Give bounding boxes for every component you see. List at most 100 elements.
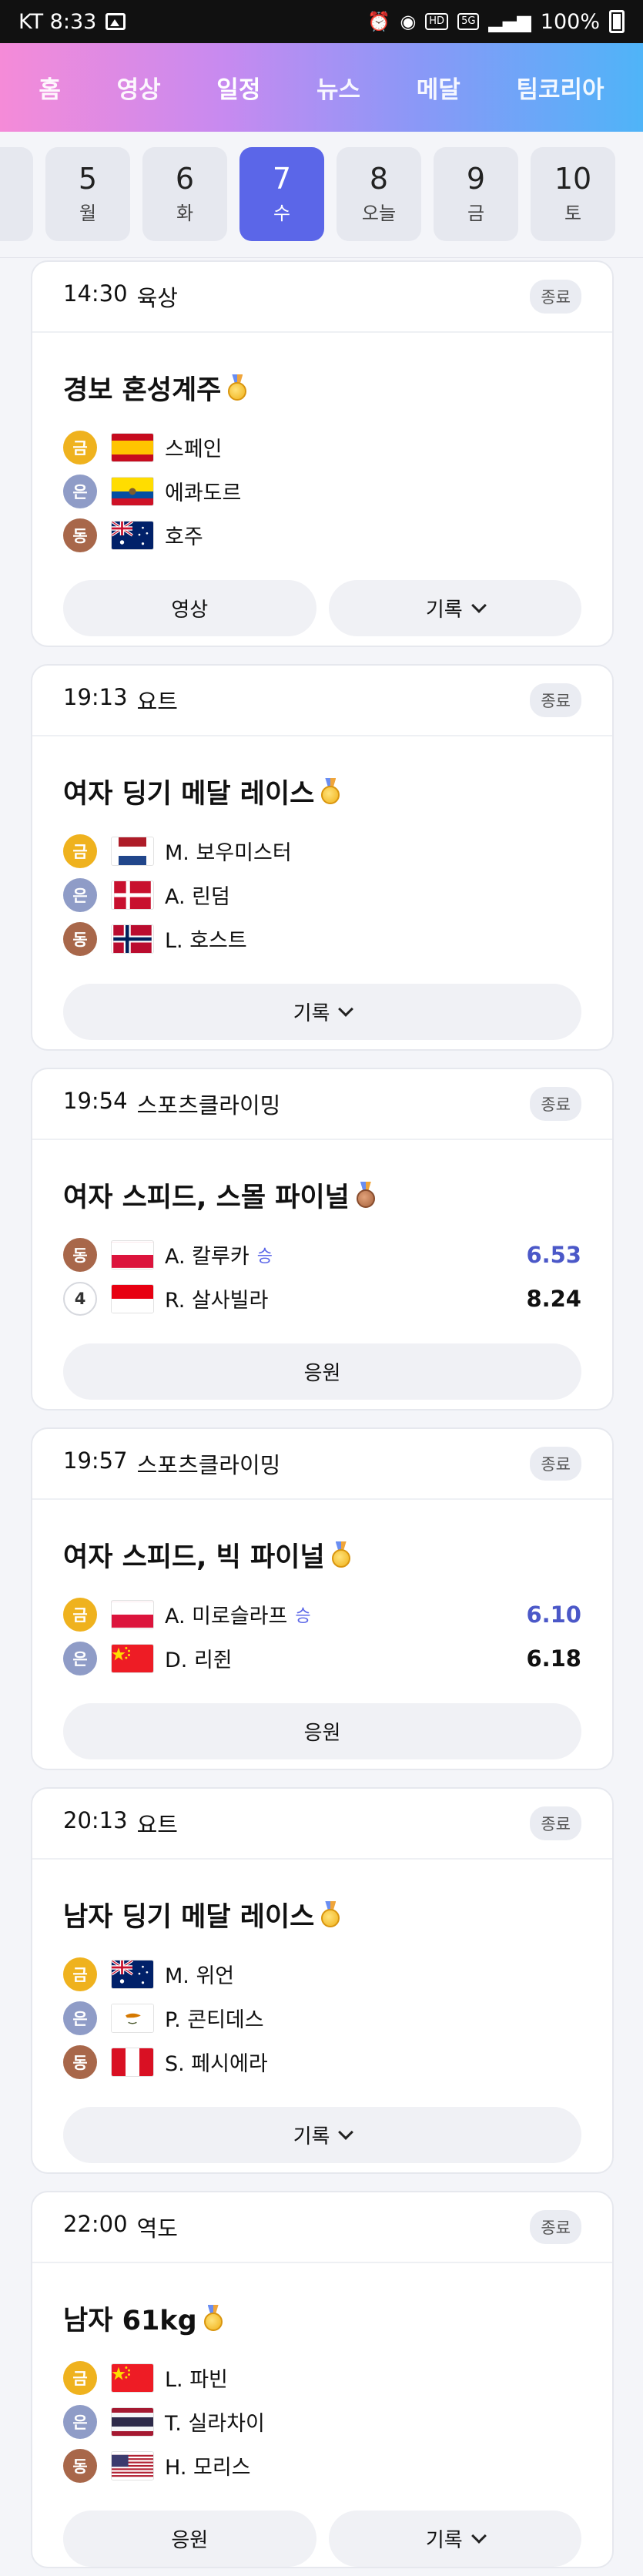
alarm-icon: ⏰ xyxy=(367,11,391,32)
gold-medal-icon xyxy=(203,2305,223,2331)
result-row: 은 에콰도르 xyxy=(63,469,581,513)
date-number: 9 xyxy=(466,161,486,196)
card-header-info: 19:54 스포츠클라이밍 xyxy=(63,1088,280,1120)
event-time: 19:54 xyxy=(63,1088,128,1114)
ecuador-flag-icon xyxy=(111,476,154,506)
event-title: 남자 61kg xyxy=(63,2297,581,2339)
status-bar: KT 8:33 ⏰ ◉ HD 5G ▂▄▆ 100% xyxy=(0,0,643,43)
button-label: 기록 xyxy=(293,2125,330,2148)
card-header: 19:54 스포츠클라이밍 종료 xyxy=(32,1069,612,1140)
records-button[interactable]: 기록 xyxy=(328,580,581,636)
result-row: 은 P. 콘티데스 xyxy=(63,1996,581,2040)
button-label: 응원 xyxy=(171,2529,209,2552)
records-button[interactable]: 기록 xyxy=(63,984,581,1040)
date-chip-9[interactable]: 9금 xyxy=(434,147,518,241)
date-weekday: 토 xyxy=(564,203,582,225)
nav-team-korea[interactable]: 팀코리아 xyxy=(506,62,615,112)
nav-home[interactable]: 홈 xyxy=(28,62,72,112)
athlete-name: L. 호스트 xyxy=(165,929,247,953)
medal-badge: 동 xyxy=(63,2448,97,2483)
athlete-name: T. 실라차이 xyxy=(165,2412,265,2436)
image-notification-icon xyxy=(105,13,126,30)
date-chip-7[interactable]: 7수 xyxy=(239,147,324,241)
cheer-button[interactable]: 응원 xyxy=(63,1343,581,1400)
records-button[interactable]: 기록 xyxy=(328,2511,581,2567)
event-title-text: 남자 61kg xyxy=(63,2305,197,2336)
hotspot-icon: ◉ xyxy=(400,11,417,32)
date-number: 8 xyxy=(369,161,389,196)
nav-medals[interactable]: 메달 xyxy=(406,62,471,112)
nav-schedule[interactable]: 일정 xyxy=(206,62,272,139)
date-chip-10[interactable]: 10 토 xyxy=(531,147,615,241)
status-badge: 종료 xyxy=(530,1806,581,1840)
card-header-info: 22:00 역도 xyxy=(63,2211,178,2243)
date-chip-8[interactable]: 8 오늘 xyxy=(337,147,421,241)
date-chip-6[interactable]: 6화 xyxy=(142,147,227,241)
card-actions: 응원 기록 xyxy=(63,2511,581,2567)
medal-disc xyxy=(356,1189,375,1208)
nav-video[interactable]: 영상 xyxy=(106,62,172,112)
date-number: 7 xyxy=(272,161,292,196)
medal-badge: 금 xyxy=(63,1597,97,1632)
result-row: 동 L. 호스트 xyxy=(63,917,581,961)
hd-indicator: HD xyxy=(425,13,449,30)
event-time: 20:13 xyxy=(63,1807,128,1833)
video-button[interactable]: 영상 xyxy=(63,580,316,636)
top-navigation: 홈 영상 일정 뉴스 메달 팀코리아 xyxy=(0,43,643,139)
results-list: 동 A. 칼루카 승 6.53 4 R. 살사빌라 8.24 xyxy=(63,1233,581,1320)
result-row: 동 호주 xyxy=(63,513,581,557)
date-chip-4[interactable]: 4일 xyxy=(0,147,33,241)
athlete-name: 에콰도르 xyxy=(165,481,242,505)
records-button[interactable]: 기록 xyxy=(63,2107,581,2163)
cheer-button[interactable]: 응원 xyxy=(63,1703,581,1759)
result-row: 4 R. 살사빌라 8.24 xyxy=(63,1276,581,1320)
result-row: 금 스페인 xyxy=(63,425,581,469)
card-header: 22:00 역도 종료 xyxy=(32,2192,612,2263)
medal-badge: 금 xyxy=(63,834,97,868)
card-actions: 영상 기록 xyxy=(63,580,581,636)
status-badge: 종료 xyxy=(530,1447,581,1481)
card-header-info: 19:57 스포츠클라이밍 xyxy=(63,1447,280,1480)
gold-medal-icon xyxy=(320,778,340,804)
event-sport: 육상 xyxy=(136,285,178,311)
battery-percent: 100% xyxy=(540,9,600,34)
event-title-text: 여자 딩기 메달 레이스 xyxy=(63,778,315,810)
status-badge: 종료 xyxy=(530,2210,581,2244)
event-title-text: 남자 딩기 메달 레이스 xyxy=(63,1901,315,1933)
event-title: 여자 스피드, 스몰 파이널 xyxy=(63,1174,581,1216)
athlete-name: 호주 xyxy=(165,525,203,549)
card-header: 20:13 요트 종료 xyxy=(32,1789,612,1860)
card-header-info: 14:30 육상 xyxy=(63,280,178,313)
peru-flag-icon xyxy=(111,2047,154,2077)
medal-badge: 동 xyxy=(63,2044,97,2079)
china-flag-icon xyxy=(111,2363,154,2393)
event-sport: 요트 xyxy=(136,689,178,715)
nav-news[interactable]: 뉴스 xyxy=(306,62,371,112)
medal-badge: 금 xyxy=(63,1957,97,1991)
event-sport: 요트 xyxy=(136,1812,178,1838)
usa-flag-icon xyxy=(111,2450,154,2480)
medal-disc xyxy=(321,1909,340,1927)
australia-flag-icon xyxy=(111,1959,154,1989)
bronze-medal-icon xyxy=(356,1182,376,1208)
button-label: 영상 xyxy=(171,599,209,622)
medal-badge: 동 xyxy=(63,518,97,552)
card-actions: 응원 xyxy=(63,1343,581,1400)
cheer-button[interactable]: 응원 xyxy=(63,2511,316,2567)
date-chip-5[interactable]: 5월 xyxy=(45,147,130,241)
result-row: 은 T. 실라차이 xyxy=(63,2400,581,2444)
athlete-name: 스페인 xyxy=(165,438,223,461)
athlete-name: P. 콘티데스 xyxy=(165,2008,264,2032)
athlete-name: A. 미로슬라프 xyxy=(165,1605,288,1628)
cyprus-flag-icon xyxy=(111,2003,154,2033)
result-row: 동 H. 모리스 xyxy=(63,2444,581,2487)
event-time: 22:00 xyxy=(63,2211,128,2237)
date-number: 5 xyxy=(78,161,98,196)
athlete-name: D. 리쥔 xyxy=(165,1649,233,1672)
status-badge: 종료 xyxy=(530,280,581,314)
medal-badge: 은 xyxy=(63,474,97,508)
schedule-card: 22:00 역도 종료 남자 61kg 금 L. 파빈 은 T. 실라차이 동 H. 모리스 응원 기… xyxy=(31,2191,614,2568)
card-header: 14:30 육상 종료 xyxy=(32,262,612,333)
button-label: 기록 xyxy=(293,1002,330,1025)
norway-flag-icon xyxy=(111,924,154,954)
